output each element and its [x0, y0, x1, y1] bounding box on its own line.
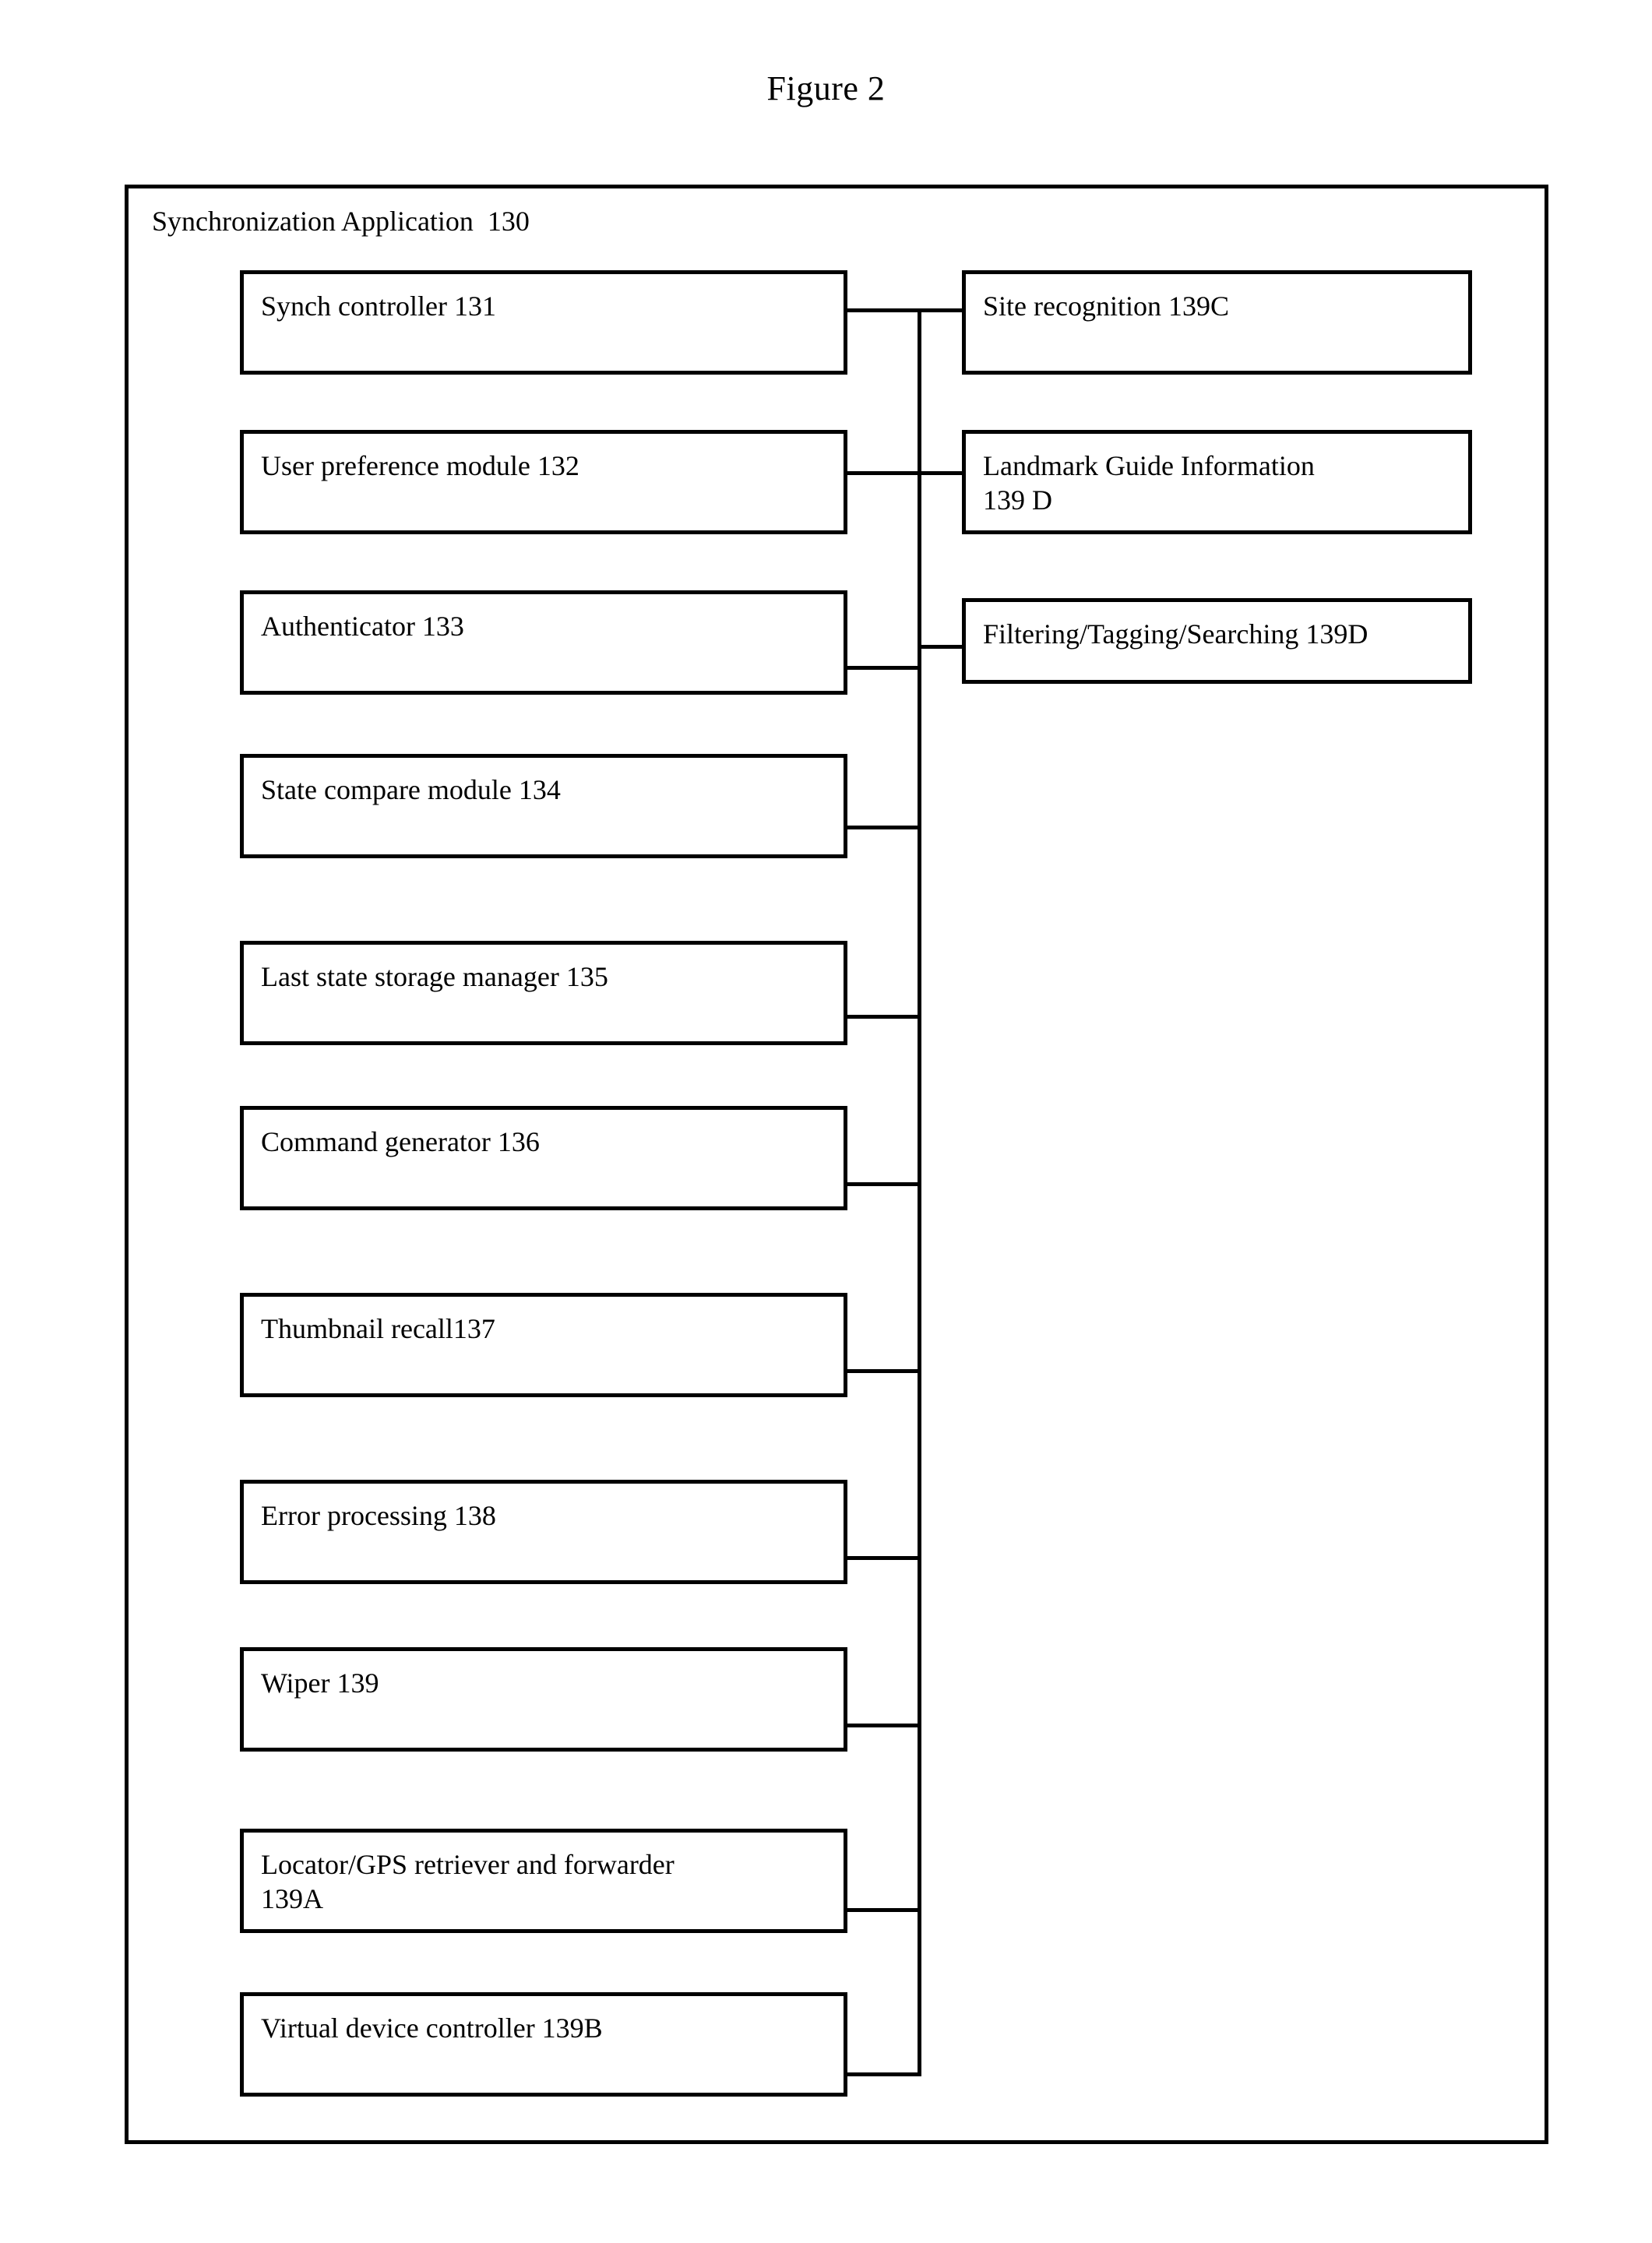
- module-box-site-recognition[interactable]: Site recognition 139C: [962, 270, 1472, 375]
- connector-virtual-device-controller: [847, 2072, 921, 2076]
- module-label: Last state storage manager 135: [261, 961, 608, 992]
- module-label: Filtering/Tagging/Searching 139D: [983, 618, 1368, 650]
- connector-site-recognition: [918, 308, 964, 312]
- module-label: User preference module 132: [261, 450, 579, 481]
- connector-landmark-guide: [918, 471, 964, 475]
- connector-authenticator: [847, 666, 921, 670]
- module-label: Site recognition 139C: [983, 290, 1229, 322]
- module-label: Synch controller 131: [261, 290, 496, 322]
- module-box-synch-controller[interactable]: Synch controller 131: [240, 270, 847, 375]
- module-box-command-generator[interactable]: Command generator 136: [240, 1106, 847, 1210]
- module-box-user-preference[interactable]: User preference module 132: [240, 430, 847, 534]
- vertical-bus-line: [918, 308, 921, 2076]
- module-label: Thumbnail recall137: [261, 1313, 495, 1344]
- connector-last-state-storage: [847, 1015, 921, 1019]
- module-box-state-compare[interactable]: State compare module 134: [240, 754, 847, 858]
- module-label: Command generator 136: [261, 1126, 540, 1157]
- figure-title: Figure 2: [766, 69, 886, 107]
- module-label: Landmark Guide Information 139 D: [983, 450, 1315, 516]
- connector-filtering-tagging-searching: [918, 645, 964, 649]
- module-box-wiper[interactable]: Wiper 139: [240, 1647, 847, 1752]
- connector-command-generator: [847, 1182, 921, 1186]
- connector-wiper: [847, 1724, 921, 1727]
- module-label: Error processing 138: [261, 1500, 496, 1531]
- connector-user-preference: [847, 471, 921, 475]
- container-label: Synchronization Application 130: [152, 206, 530, 237]
- figure-page: Figure 2 Synchronization Application 130…: [0, 0, 1652, 2243]
- module-box-thumbnail-recall[interactable]: Thumbnail recall137: [240, 1293, 847, 1397]
- module-label: Authenticator 133: [261, 611, 464, 642]
- module-box-last-state-storage[interactable]: Last state storage manager 135: [240, 941, 847, 1045]
- connector-thumbnail-recall: [847, 1369, 921, 1373]
- module-box-landmark-guide[interactable]: Landmark Guide Information 139 D: [962, 430, 1472, 534]
- module-label: Virtual device controller 139B: [261, 2012, 603, 2044]
- module-box-virtual-device-controller[interactable]: Virtual device controller 139B: [240, 1992, 847, 2097]
- module-box-locator-gps[interactable]: Locator/GPS retriever and forwarder 139A: [240, 1829, 847, 1933]
- module-label: Wiper 139: [261, 1667, 379, 1699]
- module-box-authenticator[interactable]: Authenticator 133: [240, 590, 847, 695]
- module-label: State compare module 134: [261, 774, 561, 805]
- connector-state-compare: [847, 826, 921, 829]
- connector-synch-controller: [847, 308, 921, 312]
- connector-locator-gps: [847, 1908, 921, 1912]
- connector-error-processing: [847, 1556, 921, 1560]
- module-label: Locator/GPS retriever and forwarder 139A: [261, 1849, 675, 1914]
- module-box-filtering-tagging-searching[interactable]: Filtering/Tagging/Searching 139D: [962, 598, 1472, 684]
- module-box-error-processing[interactable]: Error processing 138: [240, 1480, 847, 1584]
